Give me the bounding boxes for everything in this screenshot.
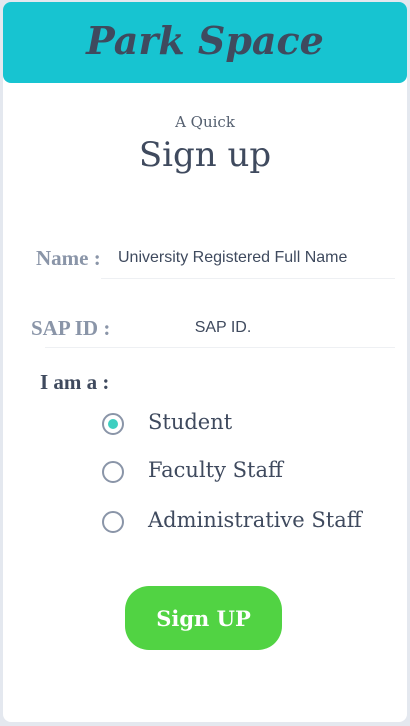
name-underline: [101, 278, 395, 279]
role-option-label: Administrative Staff: [148, 508, 362, 532]
page-subtitle: A Quick: [175, 113, 235, 131]
signup-button[interactable]: Sign UP: [125, 586, 282, 650]
role-option-student[interactable]: Student: [102, 409, 392, 439]
radio-administrative-staff[interactable]: [102, 511, 124, 533]
radio-student[interactable]: [102, 413, 124, 435]
role-label: I am a :: [40, 370, 110, 394]
sap-id-label: SAP ID :: [31, 316, 111, 340]
role-option-label: Faculty Staff: [148, 458, 283, 482]
sap-id-input[interactable]: [118, 316, 328, 340]
sap-id-underline: [45, 347, 395, 348]
radio-faculty-staff[interactable]: [102, 461, 124, 483]
signup-card: Park Space A Quick Sign up Name : SAP ID…: [3, 2, 407, 722]
role-option-faculty-staff[interactable]: Faculty Staff: [102, 457, 392, 487]
page-title: Sign up: [138, 135, 272, 175]
brand-title: Park Space: [86, 18, 324, 63]
name-input[interactable]: [118, 246, 390, 270]
name-label: Name :: [36, 246, 101, 270]
header-bar: Park Space: [3, 2, 407, 83]
role-option-label: Student: [148, 410, 233, 434]
role-option-administrative-staff[interactable]: Administrative Staff: [102, 507, 392, 537]
